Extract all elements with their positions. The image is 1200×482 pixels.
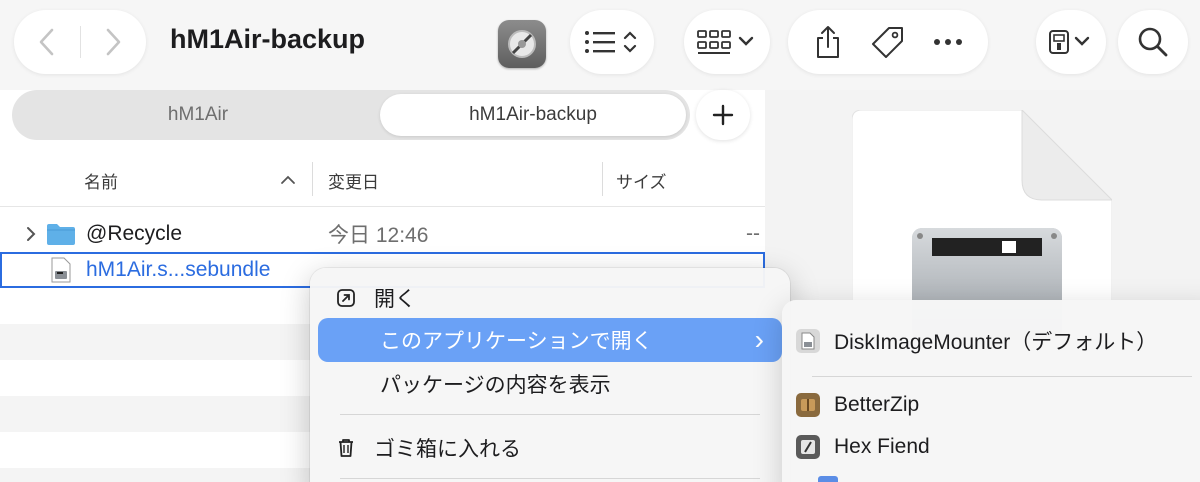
column-header-name[interactable]: 名前	[84, 160, 304, 200]
header-divider	[0, 206, 765, 207]
tab-label: hM1Air	[167, 104, 229, 125]
menu-item-open[interactable]: 開く	[318, 276, 782, 320]
grid-view-icon	[697, 30, 754, 54]
column-divider[interactable]	[602, 162, 603, 196]
forward-button[interactable]	[80, 10, 146, 74]
more-icon	[934, 39, 962, 45]
chevron-right-icon	[106, 28, 121, 56]
column-header-modified[interactable]: 変更日	[328, 160, 588, 200]
tab-hm1air[interactable]: hM1Air	[18, 94, 378, 136]
menu-item-label: 開く	[374, 288, 416, 311]
file-size: --	[746, 222, 760, 245]
context-menu: 開く このアプリケーションで開く › パッケージの内容を表示 ゴミ箱に入れる	[310, 268, 790, 482]
submenu-item-label: BetterZip	[834, 393, 920, 416]
submenu-chevron-icon: ›	[754, 324, 764, 355]
submenu-item-diskimagemounter[interactable]: DiskImageMounter（デフォルト）	[796, 320, 1157, 362]
disk-image-mounter-icon	[796, 329, 820, 353]
menu-item-label: このアプリケーションで開く	[380, 330, 653, 353]
trash-icon	[318, 438, 374, 458]
menu-item-open-with[interactable]: このアプリケーションで開く ›	[318, 318, 782, 362]
eject-menu-button[interactable]	[1036, 10, 1106, 74]
view-options-button[interactable]	[570, 10, 654, 74]
disk-utility-icon	[508, 30, 536, 58]
search-icon	[1138, 27, 1168, 57]
search-button[interactable]	[1118, 10, 1188, 74]
folder-icon	[46, 216, 76, 252]
back-button[interactable]	[14, 10, 80, 74]
plus-icon	[712, 104, 734, 126]
drive-icon	[1049, 30, 1090, 54]
column-header-size[interactable]: サイズ	[616, 160, 756, 200]
app-icon[interactable]	[498, 20, 546, 68]
tab-bar: hM1Air hM1Air-backup	[12, 90, 690, 140]
share-icon	[817, 26, 839, 58]
submenu-separator	[812, 376, 1192, 377]
chevron-right-icon	[27, 227, 36, 241]
group-by-button[interactable]	[684, 10, 770, 74]
hex-fiend-icon	[796, 435, 820, 459]
file-modified: 今日 12:46	[328, 224, 429, 247]
new-tab-button[interactable]	[696, 90, 750, 140]
betterzip-icon	[796, 393, 820, 417]
menu-item-move-to-trash[interactable]: ゴミ箱に入れる	[318, 426, 782, 470]
finder-window: hM1Air-backup hM1Air hM1Air-backup 名前 変更…	[0, 0, 1200, 482]
menu-separator	[340, 414, 760, 415]
chevron-left-icon	[39, 28, 54, 56]
actions-group	[788, 10, 988, 74]
submenu-item-hex-fiend[interactable]: Hex Fiend	[796, 426, 930, 468]
tag-button[interactable]	[860, 10, 916, 74]
tab-hm1air-backup[interactable]: hM1Air-backup	[380, 94, 686, 136]
window-title: hM1Air-backup	[170, 24, 366, 54]
submenu-item-betterzip[interactable]: BetterZip	[796, 384, 919, 426]
menu-separator	[340, 478, 760, 479]
column-name-label: 名前	[84, 172, 118, 192]
file-name: @Recycle	[86, 222, 183, 245]
share-button[interactable]	[800, 10, 856, 74]
column-modified-label: 変更日	[328, 172, 379, 192]
more-button[interactable]	[920, 10, 976, 74]
submenu-item-label: Hex Fiend	[834, 435, 930, 458]
tab-label: hM1Air-backup	[469, 104, 597, 125]
list-view-icon	[585, 31, 637, 53]
submenu-item-label: DiskImageMounter（デフォルト）	[834, 331, 1158, 354]
open-icon	[318, 288, 374, 308]
sort-ascending-icon	[281, 175, 295, 184]
open-with-submenu: DiskImageMounter（デフォルト） BetterZip Hex Fi…	[782, 300, 1200, 482]
file-name: hM1Air.s...sebundle	[86, 258, 271, 281]
menu-item-label: ゴミ箱に入れる	[374, 438, 521, 461]
disk-image-file-icon	[50, 252, 72, 288]
next-app-icon	[818, 476, 838, 482]
column-divider[interactable]	[312, 162, 313, 196]
menu-item-label: パッケージの内容を表示	[380, 374, 611, 397]
tag-icon	[872, 27, 903, 58]
menu-item-show-package-contents[interactable]: パッケージの内容を表示	[318, 362, 782, 406]
column-size-label: サイズ	[616, 172, 667, 192]
file-row-recycle[interactable]: @Recycle 今日 12:46 --	[0, 216, 765, 252]
disclosure-triangle[interactable]	[24, 216, 38, 252]
navigation-group	[14, 10, 146, 74]
